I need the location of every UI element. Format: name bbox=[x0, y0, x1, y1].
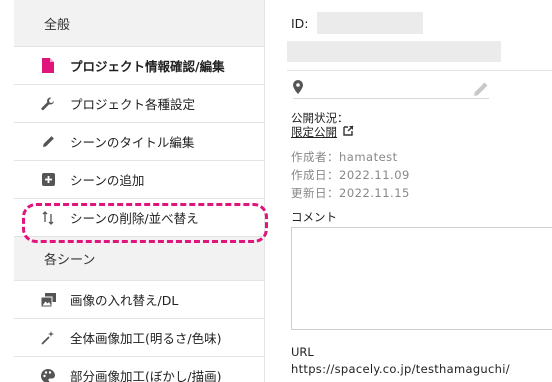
menu-item-project-info[interactable]: プロジェクト情報確認/編集 bbox=[14, 47, 264, 85]
sort-arrows-icon bbox=[40, 210, 56, 226]
document-icon bbox=[40, 58, 56, 74]
menu-label-scene-title-edit: シーンのタイトル編集 bbox=[70, 135, 195, 150]
edit-location-pencil-icon[interactable] bbox=[473, 81, 489, 101]
menu-item-whole-image-edit[interactable]: 全体画像加工(明るさ/色味) bbox=[14, 319, 264, 357]
menu-label-whole-image-edit: 全体画像加工(明るさ/色味) bbox=[70, 331, 222, 346]
sidebar: 全般 プロジェクト情報確認/編集 プロジェクト各種設定 シーンのタイトル編集 シ… bbox=[14, 0, 268, 382]
menu-label-add-scene: シーンの追加 bbox=[70, 173, 145, 188]
divider bbox=[287, 70, 552, 71]
menu-label-project-info: プロジェクト情報確認/編集 bbox=[70, 59, 225, 74]
menu-item-add-scene[interactable]: シーンの追加 bbox=[14, 161, 264, 199]
section-scenes-label: 各シーン bbox=[44, 253, 96, 268]
wrench-icon bbox=[40, 96, 56, 112]
location-field[interactable] bbox=[293, 79, 489, 99]
comment-textarea[interactable] bbox=[291, 227, 552, 330]
menu-label-project-settings: プロジェクト各種設定 bbox=[70, 97, 196, 112]
menu-item-partial-image-edit[interactable]: 部分画像加工(ぼかし/描画) bbox=[14, 357, 264, 382]
id-value-redacted bbox=[316, 12, 423, 34]
project-name-redacted bbox=[287, 41, 501, 62]
menu-item-replace-image[interactable]: 画像の入れ替え/DL bbox=[14, 281, 264, 319]
menu-label-replace-image: 画像の入れ替え/DL bbox=[70, 293, 179, 308]
author-text: 作成者：hamatest bbox=[291, 150, 398, 164]
project-info-panel: ID: 公開状況： 限定公開 作成者：hamatest 作成日：2022.11.… bbox=[265, 0, 552, 382]
menu-item-delete-reorder-scene[interactable]: シーンの削除/並べ替え bbox=[14, 199, 268, 243]
menu-label-partial-image-edit: 部分画像加工(ぼかし/描画) bbox=[70, 369, 222, 382]
updated-date-text: 更新日：2022.11.15 bbox=[291, 186, 410, 200]
public-status-value: 限定公開 bbox=[291, 125, 337, 139]
magic-wand-icon bbox=[40, 330, 56, 346]
section-header-general: 全般 bbox=[14, 0, 264, 47]
url-label: URL bbox=[291, 345, 314, 359]
palette-icon bbox=[40, 368, 56, 382]
menu-item-project-settings[interactable]: プロジェクト各種設定 bbox=[14, 85, 264, 123]
images-icon bbox=[40, 292, 56, 308]
public-status-link[interactable]: 限定公開 bbox=[291, 124, 354, 140]
menu-label-delete-reorder-scene: シーンの削除/並べ替え bbox=[70, 211, 199, 226]
external-link-icon bbox=[343, 125, 354, 139]
section-general-label: 全般 bbox=[44, 17, 71, 33]
pencil-icon bbox=[40, 134, 56, 150]
menu-item-scene-title-edit[interactable]: シーンのタイトル編集 bbox=[14, 123, 264, 161]
created-date-text: 作成日：2022.11.09 bbox=[291, 168, 410, 182]
id-label: ID: bbox=[291, 15, 309, 31]
section-header-scenes: 各シーン bbox=[14, 237, 264, 281]
plus-square-icon bbox=[40, 172, 56, 188]
id-row: ID: bbox=[291, 12, 423, 34]
location-pin-icon bbox=[293, 79, 303, 98]
url-value[interactable]: https://spacely.co.jp/testhamaguchi/ bbox=[291, 362, 510, 376]
comment-label: コメント bbox=[291, 210, 337, 224]
